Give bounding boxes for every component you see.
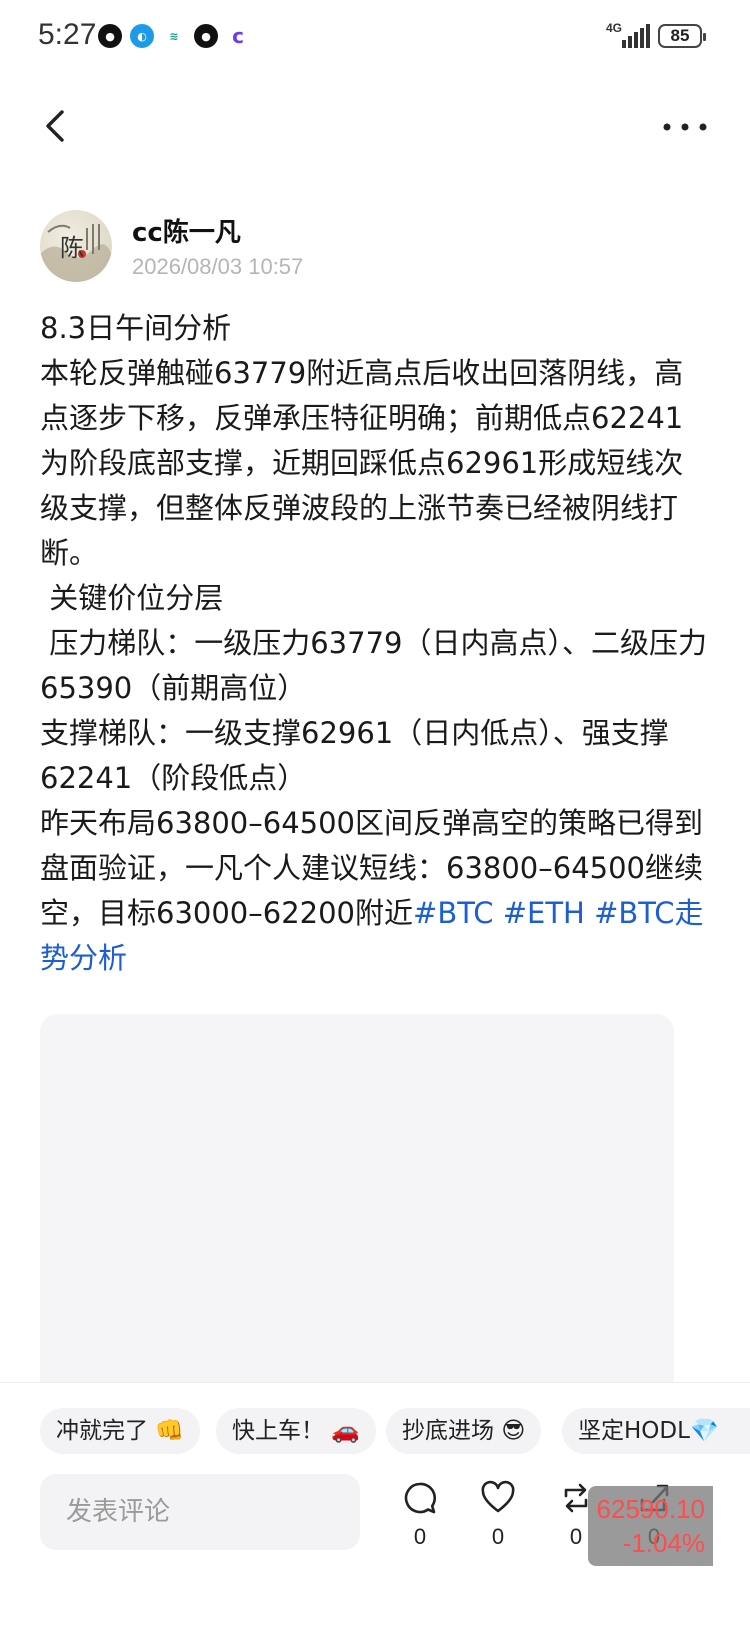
quick-reply-chip[interactable]: 抄底进场 😎 <box>386 1408 542 1454</box>
quick-reply-label: 冲就完了 <box>56 1418 148 1444</box>
comment-count: 0 <box>413 1524 427 1549</box>
quick-reply-label: 快上车！ <box>232 1418 324 1444</box>
comment-button[interactable]: 0 <box>400 1480 440 1550</box>
back-icon[interactable] <box>38 106 78 146</box>
post-paragraph: 关键价位分层 <box>40 581 224 615</box>
quick-reply-chip[interactable]: 冲就完了 👊 <box>40 1408 200 1454</box>
browser-notification-icon: ◐ <box>130 24 154 48</box>
signal-icon <box>622 24 652 48</box>
quick-reply-label: 坚定HODL <box>578 1418 690 1444</box>
fist-icon: 👊 <box>155 1418 184 1444</box>
status-bar: 5:27 ● ◐ ≋ ● c 4G 85 <box>0 0 750 76</box>
post-paragraph: 本轮反弹触碰63779附近高点后收出回落阴线，高点逐步下移，反弹承压特征明确；前… <box>40 356 684 570</box>
hashtag-eth[interactable]: #ETH <box>503 896 585 930</box>
network-notification-icon: ≋ <box>162 24 186 48</box>
avatar[interactable]: 陈 <box>40 210 112 282</box>
price-ticker-widget[interactable]: 62590.10 -1.04% <box>588 1486 713 1566</box>
app-notification-icon-2: ● <box>194 24 218 48</box>
comment-input[interactable]: 发表评论 <box>40 1474 360 1550</box>
app-notification-icon: ● <box>98 24 122 48</box>
sunglasses-icon: 😎 <box>501 1418 526 1444</box>
car-icon: 🚗 <box>331 1418 360 1444</box>
quick-reply-chip[interactable]: 坚定HODL💎 <box>562 1408 750 1454</box>
diamond-icon: 💎 <box>689 1418 719 1444</box>
ticker-change: -1.04% <box>622 1528 705 1558</box>
quick-reply-chip[interactable]: 快上车！ 🚗 <box>216 1408 376 1454</box>
quick-reply-label: 抄底进场 <box>402 1418 494 1444</box>
avatar-character: 陈 <box>60 234 84 262</box>
post-timestamp: 2026/08/03 10:57 <box>132 254 304 279</box>
post-paragraph: 支撑梯队：一级支撑62961（日内低点）、强支撑62241（阶段低点） <box>40 716 669 795</box>
network-type-icon: 4G <box>606 21 623 35</box>
post-paragraph: 压力梯队：一级压力63779（日内高点）、二级压力65390（前期高位） <box>40 626 707 705</box>
comment-icon <box>404 1482 437 1514</box>
hashtag-btc[interactable]: #BTC <box>413 896 493 930</box>
post-image[interactable] <box>40 1014 674 1414</box>
like-count: 0 <box>491 1524 505 1549</box>
post-paragraph: 8.3日午间分析 <box>40 311 232 345</box>
ticker-price: 62590.10 <box>596 1494 705 1524</box>
like-button[interactable]: 0 <box>478 1480 518 1550</box>
battery-icon: 85 <box>658 24 706 48</box>
author-name[interactable]: cc陈一凡 <box>132 212 241 249</box>
status-time: 5:27 <box>38 18 97 51</box>
messenger-notification-icon: c <box>226 24 250 48</box>
more-options-icon[interactable] <box>662 112 708 142</box>
post-content: 8.3日午间分析 本轮反弹触碰63779附近高点后收出回落阴线，高点逐步下移，反… <box>40 306 710 981</box>
heart-icon <box>481 1480 515 1513</box>
post-paragraph-with-tags: 昨天布局63800–64500区间反弹高空的策略已得到盘面验证，一凡个人建议短线… <box>40 801 710 981</box>
